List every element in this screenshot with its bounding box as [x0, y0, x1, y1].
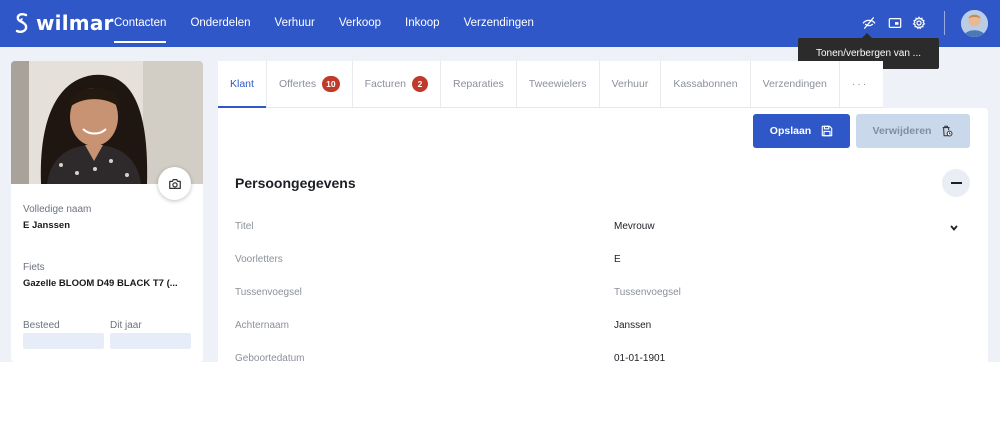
- field-label-titel: Titel: [235, 221, 254, 232]
- save-button[interactable]: Opslaan: [753, 114, 850, 148]
- count-badge: 2: [412, 76, 428, 92]
- bike-value: Gazelle BLOOM D49 BLACK T7 (...: [23, 278, 178, 289]
- tab-label: Verhuur: [611, 78, 649, 90]
- count-badge: 10: [322, 76, 340, 92]
- app-window: wilmar Contacten Onderdelen Verhuur Verk…: [0, 0, 1000, 362]
- this-year-value-placeholder: [110, 333, 191, 349]
- customer-form-panel: Opslaan Verwijderen Persoongegevens Tite…: [218, 108, 988, 362]
- geboortedatum-input[interactable]: 01-01-1901: [614, 353, 665, 362]
- voorletters-input[interactable]: E: [614, 254, 621, 265]
- achternaam-input[interactable]: Janssen: [614, 320, 651, 331]
- record-tabs: Klant Offertes 10 Facturen 2 Reparaties …: [218, 61, 883, 108]
- full-name-value: E Janssen: [23, 220, 70, 231]
- tab-facturen[interactable]: Facturen 2: [353, 61, 441, 107]
- delete-button[interactable]: Verwijderen: [856, 114, 970, 148]
- tab-offertes[interactable]: Offertes 10: [267, 61, 353, 107]
- tab-label: Reparaties: [453, 78, 504, 90]
- section-title: Persoongegevens: [235, 175, 356, 191]
- save-button-label: Opslaan: [769, 125, 812, 137]
- collapse-section-button[interactable]: [942, 169, 970, 197]
- floppy-disk-icon: [821, 125, 833, 137]
- user-avatar[interactable]: [961, 10, 988, 37]
- full-name-label: Volledige naam: [23, 204, 92, 215]
- tab-label: Offertes: [278, 78, 317, 90]
- tab-kassabonnen[interactable]: Kassabonnen: [661, 61, 751, 107]
- camera-icon: [168, 178, 181, 189]
- tab-verzendingen[interactable]: Verzendingen: [751, 61, 840, 107]
- card-window-icon[interactable]: [886, 14, 904, 32]
- tussenvoegsel-input[interactable]: Tussenvoegsel: [614, 287, 681, 298]
- tab-label: Klant: [230, 78, 254, 90]
- minus-icon: [950, 182, 962, 184]
- field-label-achternaam: Achternaam: [235, 320, 289, 331]
- tab-label: Verzendingen: [762, 78, 827, 90]
- gear-icon[interactable]: [910, 14, 928, 32]
- this-year-label: Dit jaar: [110, 320, 142, 331]
- titel-select[interactable]: Mevrouw: [614, 221, 655, 232]
- tab-label: Tweewielers: [528, 78, 587, 90]
- nav-item-onderdelen[interactable]: Onderdelen: [190, 0, 250, 47]
- change-photo-button[interactable]: [158, 167, 191, 200]
- bike-label: Fiets: [23, 262, 45, 273]
- tab-label: Kassabonnen: [673, 78, 738, 90]
- brand-logo[interactable]: wilmar: [14, 11, 114, 35]
- main-nav: Contacten Onderdelen Verhuur Verkoop Ink…: [114, 0, 558, 47]
- tab-verhuur[interactable]: Verhuur: [600, 61, 662, 107]
- profile-photo: [11, 61, 203, 184]
- eye-off-icon[interactable]: [860, 14, 878, 32]
- more-icon: ···: [851, 78, 869, 90]
- nav-item-verhuur[interactable]: Verhuur: [275, 0, 315, 47]
- profile-card: Volledige naam E Janssen Fiets Gazelle B…: [11, 61, 203, 362]
- header-divider: [944, 11, 945, 35]
- field-label-voorletters: Voorletters: [235, 254, 283, 265]
- nav-item-verkoop[interactable]: Verkoop: [339, 0, 381, 47]
- tab-label: Facturen: [364, 78, 406, 90]
- field-label-tussenvoegsel: Tussenvoegsel: [235, 287, 302, 298]
- wilmar-logo-icon: [15, 13, 28, 33]
- nav-item-inkoop[interactable]: Inkoop: [405, 0, 440, 47]
- spent-label: Besteed: [23, 320, 60, 331]
- field-label-geboortedatum: Geboortedatum: [235, 353, 305, 362]
- tab-reparaties[interactable]: Reparaties: [441, 61, 517, 107]
- trash-clock-icon: [943, 125, 953, 137]
- tab-klant[interactable]: Klant: [218, 61, 267, 108]
- spent-value-placeholder: [23, 333, 104, 349]
- brand-name: wilmar: [36, 11, 114, 35]
- nav-item-contacten[interactable]: Contacten: [114, 0, 167, 47]
- nav-item-verzendingen[interactable]: Verzendingen: [464, 0, 534, 47]
- chevron-down-icon[interactable]: [949, 223, 959, 233]
- tab-tweewielers[interactable]: Tweewielers: [517, 61, 600, 107]
- delete-button-label: Verwijderen: [872, 125, 932, 137]
- tab-more[interactable]: ···: [840, 61, 881, 107]
